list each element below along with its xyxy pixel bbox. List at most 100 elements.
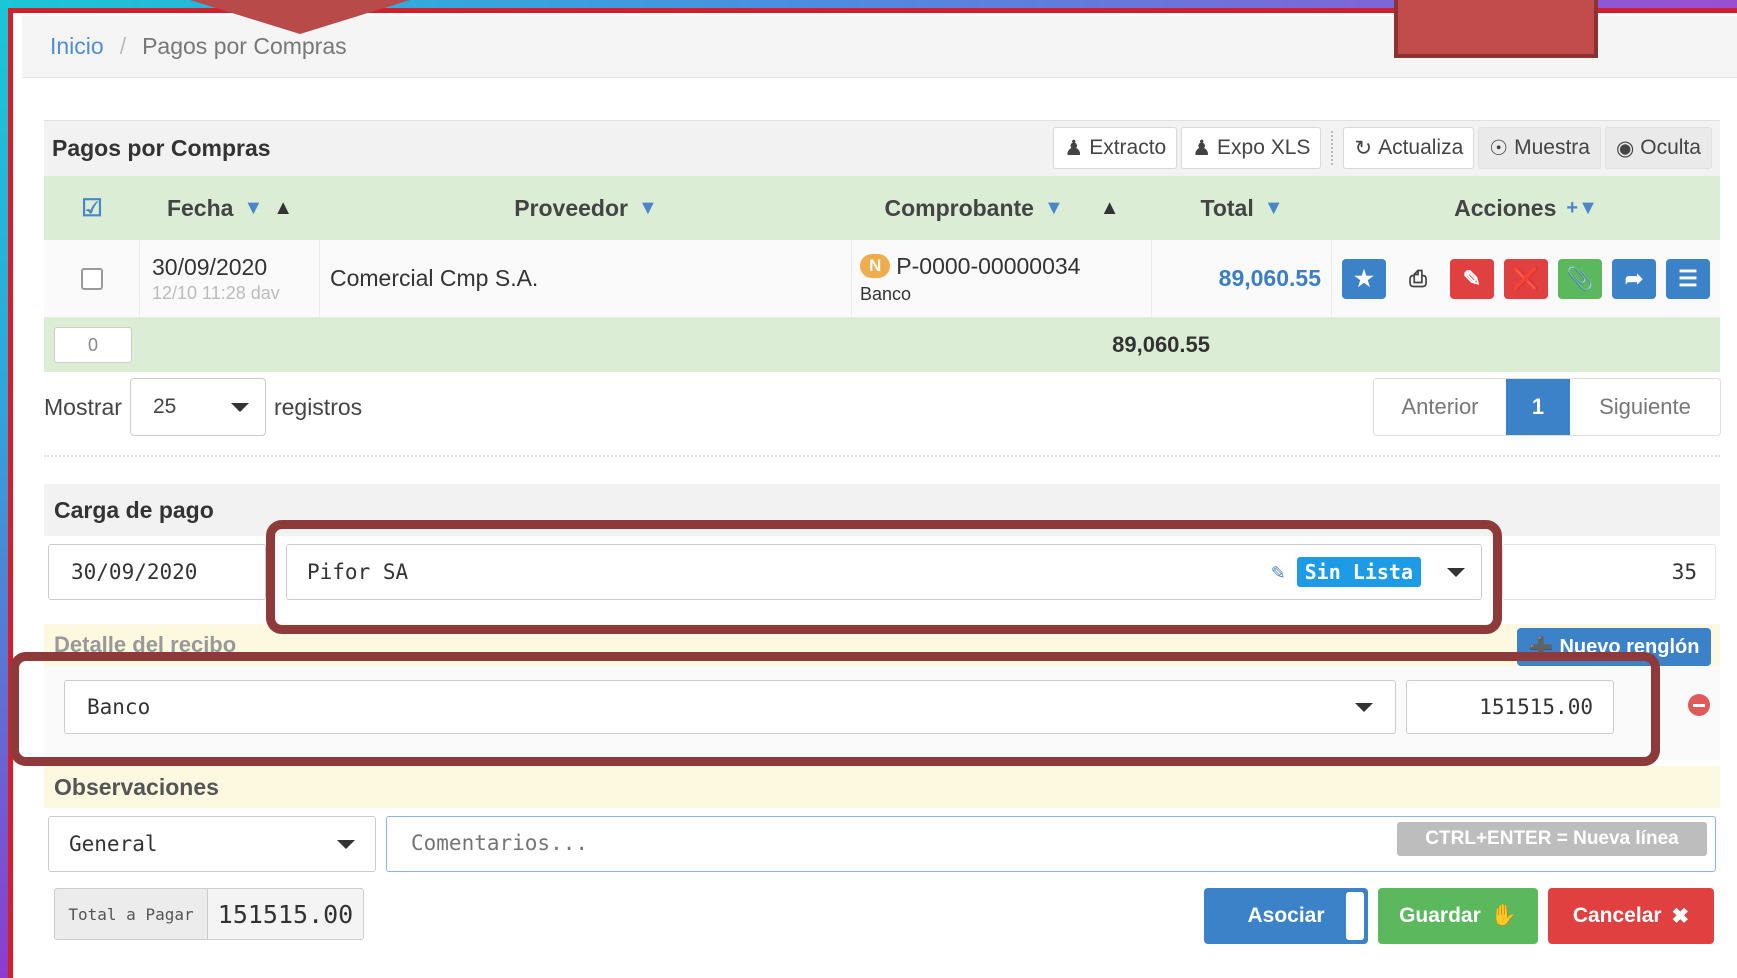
tipo-observacion-value: General	[69, 832, 158, 856]
header-total-label: Total	[1200, 194, 1254, 221]
chevron-down-icon	[337, 839, 355, 849]
cancelar-label: Cancelar	[1572, 904, 1662, 927]
paperclip-icon: 📎	[1566, 265, 1594, 291]
tipo-observacion-select[interactable]: General	[48, 816, 376, 872]
refresh-icon: ↻	[1354, 136, 1373, 160]
action-bar: Total a Pagar 151515.00 Asociar Guardar …	[44, 880, 1720, 950]
header-proveedor-label: Proveedor	[514, 194, 628, 221]
extracto-button[interactable]: ♟ Extracto	[1053, 127, 1178, 169]
select-all-cell[interactable]: ☑	[44, 176, 140, 240]
check-square-icon[interactable]: ☑	[81, 194, 103, 223]
pencil-icon: ✎	[1462, 265, 1482, 291]
asociar-label: Asociar	[1247, 904, 1325, 927]
proveedor-cell: Comercial Cmp S.A.	[320, 240, 852, 317]
eye-icon: ☉	[1489, 136, 1509, 160]
filter-icon[interactable]: ▼	[1264, 197, 1284, 220]
edit-button[interactable]: ✎	[1450, 258, 1494, 299]
sort-up-icon[interactable]: ▲	[273, 197, 293, 220]
section-divider	[44, 455, 1720, 457]
fecha-value: 30/09/2020	[152, 253, 268, 280]
prev-page-button[interactable]: Anterior	[1374, 379, 1506, 435]
user-download-icon: ♟	[1064, 136, 1084, 160]
breadcrumb-home-link[interactable]: Inicio	[50, 33, 104, 60]
filter-icon[interactable]: ▼	[243, 197, 263, 220]
actualiza-button[interactable]: ↻ Actualiza	[1343, 127, 1475, 169]
share-button[interactable]: ➦	[1612, 258, 1656, 299]
filter-icon[interactable]: ▼	[638, 197, 658, 220]
page-size-select[interactable]: 25	[129, 378, 266, 436]
comprobante-value[interactable]: P-0000-00000034	[896, 253, 1080, 280]
menu-button[interactable]: ☰	[1666, 258, 1710, 299]
row-checkbox[interactable]	[80, 267, 103, 290]
add-filter-icon[interactable]: +▼	[1566, 197, 1597, 220]
print-button[interactable]: ⎙	[1396, 259, 1440, 299]
actualiza-label: Actualiza	[1378, 136, 1464, 159]
expo-xls-button[interactable]: ♟ Expo XLS	[1181, 127, 1322, 169]
total-pagar-value: 151515.00	[208, 888, 364, 940]
asociar-button[interactable]: Asociar	[1204, 888, 1368, 944]
table-row[interactable]: 30/09/2020 12/10 11:28 dav Comercial Cmp…	[44, 240, 1720, 318]
guardar-button[interactable]: Guardar ✋	[1378, 888, 1538, 944]
remove-row-icon[interactable]	[1688, 694, 1710, 716]
trash-icon: ❌	[1512, 265, 1540, 291]
header-comprobante[interactable]: Comprobante ▼ ▲	[852, 176, 1152, 240]
panel-title: Pagos por Compras	[52, 135, 271, 161]
table-footer: 0 89,060.55	[44, 318, 1720, 372]
annotation-arrow	[190, 0, 410, 34]
type-badge: N	[860, 254, 891, 278]
attach-button[interactable]: 📎	[1558, 258, 1602, 299]
header-total[interactable]: Total ▼	[1152, 176, 1332, 240]
print-icon: ⎙	[1409, 265, 1427, 291]
payments-table: ☑ Fecha ▼ ▲ Proveedor ▼ Comprobante ▼ ▲ …	[44, 176, 1720, 372]
breadcrumb-current: Pagos por Compras	[142, 33, 347, 59]
observaciones-header: Observaciones	[44, 766, 1720, 808]
list-icon: ☰	[1678, 265, 1698, 291]
toolbar-divider	[1331, 131, 1334, 165]
header-fecha-label: Fecha	[166, 194, 234, 221]
share-icon: ➦	[1624, 265, 1644, 291]
favorite-button[interactable]: ★	[1342, 258, 1386, 299]
date-input[interactable]: 30/09/2020	[48, 544, 266, 600]
row-select-cell	[44, 240, 140, 317]
export-icon: ♟	[1192, 136, 1212, 160]
page-1-button[interactable]: 1	[1506, 379, 1570, 435]
acciones-cell: ★ ⎙ ✎ ❌ 📎 ➦ ☰	[1332, 240, 1720, 317]
page-size-value: 25	[152, 395, 177, 418]
header-acciones[interactable]: Acciones +▼	[1332, 176, 1720, 240]
next-page-button[interactable]: Siguiente	[1570, 379, 1720, 435]
header-fecha[interactable]: Fecha ▼ ▲	[140, 176, 320, 240]
toggle-icon	[1346, 892, 1364, 940]
carga-title: Carga de pago	[54, 496, 214, 523]
filter-icon[interactable]: ▼	[1044, 197, 1064, 220]
comprobante-sub-value: Banco	[860, 283, 912, 304]
keyboard-hint: CTRL+ENTER = Nueva línea	[1397, 822, 1707, 856]
date-value: 30/09/2020	[71, 560, 198, 584]
number-value: 35	[1671, 560, 1697, 584]
observaciones-title: Observaciones	[54, 773, 219, 800]
cancelar-button[interactable]: Cancelar ✖	[1548, 888, 1714, 944]
highlight-proveedor	[266, 520, 1502, 634]
breadcrumb-separator: /	[119, 33, 127, 59]
muestra-button[interactable]: ☉ Muestra	[1478, 127, 1601, 169]
fecha-sub-value: 12/10 11:28 dav	[152, 282, 280, 303]
header-proveedor[interactable]: Proveedor ▼	[320, 176, 852, 240]
chevron-down-icon	[230, 402, 249, 412]
number-input[interactable]: 35	[1502, 544, 1716, 600]
sort-up-icon[interactable]: ▲	[1100, 197, 1120, 220]
oculta-button[interactable]: ◉ Oculta	[1604, 127, 1712, 169]
total-cell: 89,060.55	[1152, 240, 1332, 317]
total-pagar-label: Total a Pagar	[54, 888, 208, 940]
window-frame-left-accent	[8, 8, 13, 978]
show-label: Mostrar	[44, 393, 122, 420]
delete-button[interactable]: ❌	[1504, 258, 1548, 299]
selected-count: 0	[54, 327, 132, 363]
pagination: Anterior 1 Siguiente	[1373, 378, 1721, 436]
toolbar: ♟ Extracto ♟ Expo XLS ↻ Actualiza ☉ Mues…	[1053, 127, 1712, 169]
page-size-control: Mostrar 25 registros	[44, 378, 362, 436]
records-label: registros	[273, 393, 363, 420]
proveedor-value: Comercial Cmp S.A.	[330, 265, 539, 291]
annotation-block	[1394, 0, 1598, 58]
total-link[interactable]: 89,060.55	[1219, 265, 1321, 292]
fecha-cell: 30/09/2020 12/10 11:28 dav	[140, 240, 320, 317]
panel-header: Pagos por Compras ♟ Extracto ♟ Expo XLS …	[44, 120, 1720, 176]
